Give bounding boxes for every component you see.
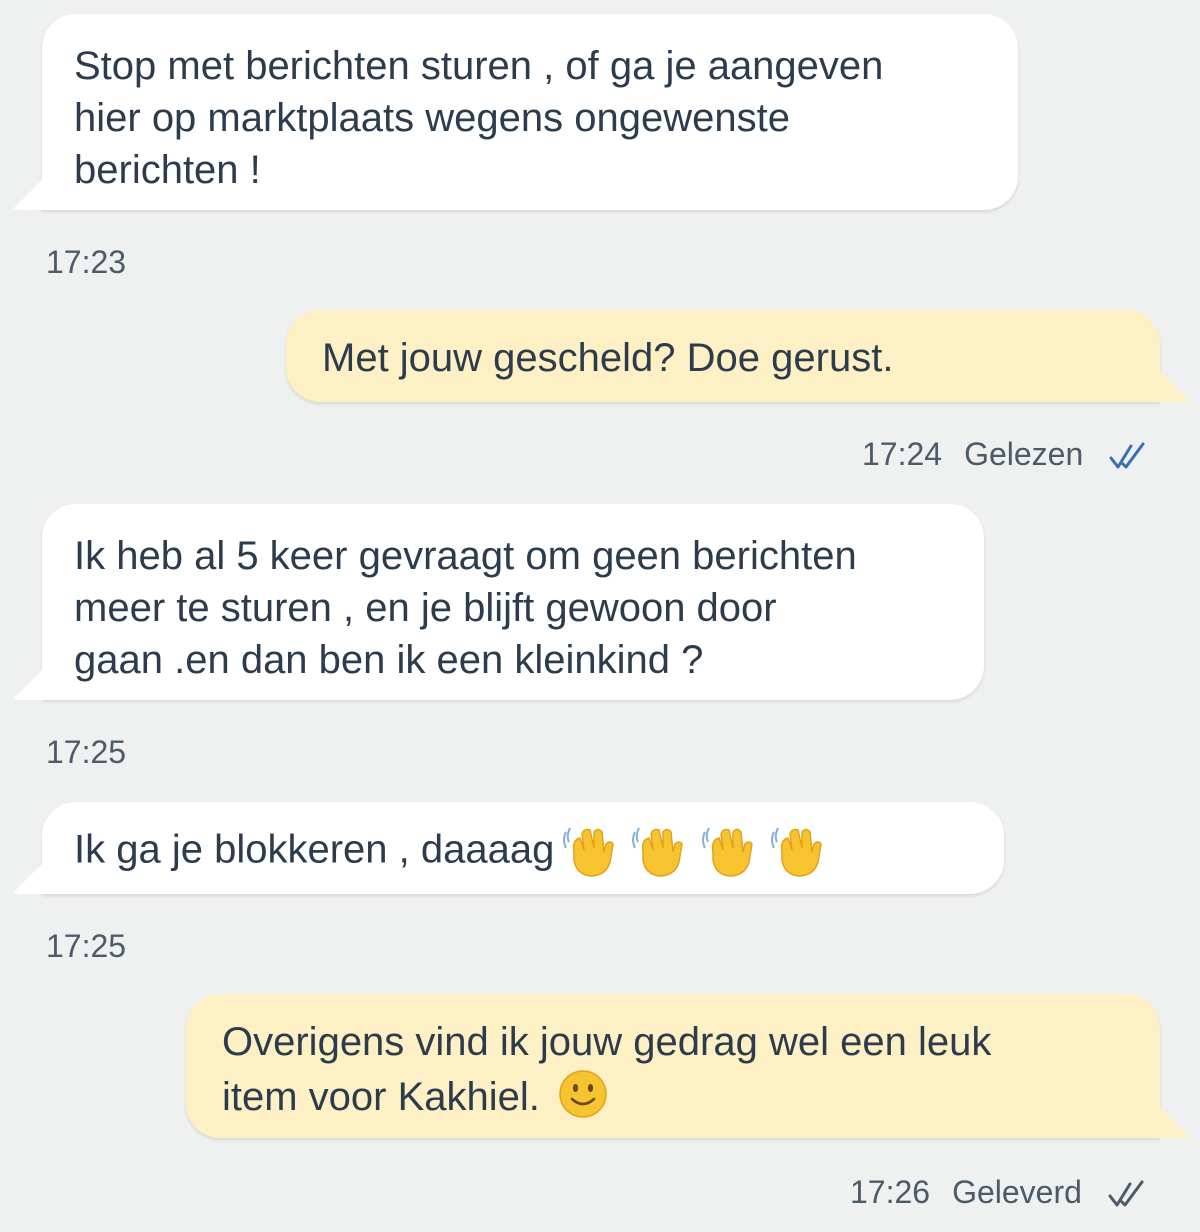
message-text: Met jouw gescheld? Doe gerust. <box>322 336 894 380</box>
message-meta: 17:24 Gelezen <box>862 434 1147 474</box>
waving-hand-icon <box>701 827 753 877</box>
message-bubble-incoming[interactable]: Ik heb al 5 keer gevraagt om geen berich… <box>42 504 984 700</box>
message-timestamp: 17:23 <box>46 244 127 280</box>
waving-hand-icon <box>632 827 684 877</box>
message-text: Stop met berichten sturen , of ga je aan… <box>74 44 884 192</box>
slightly-smiling-face-icon <box>559 1070 607 1118</box>
message-meta: 17:26 Geleverd <box>850 1172 1146 1212</box>
double-check-icon <box>1108 1180 1144 1207</box>
message-timestamp: 17:25 <box>46 928 127 964</box>
delivery-status: Geleverd <box>952 1174 1082 1210</box>
message-text: Ik ga je blokkeren , daaaag <box>74 827 555 872</box>
message-timestamp: 17:26 <box>850 1174 931 1210</box>
chat-thread: Stop met berichten sturen , of ga je aan… <box>0 0 1200 1232</box>
message-bubble-outgoing[interactable]: Overigens vind ik jouw gedrag wel een le… <box>186 994 1160 1138</box>
message-bubble-incoming[interactable]: Ik ga je blokkeren , daaaag <box>42 802 1004 894</box>
message-timestamp: 17:24 <box>862 436 943 472</box>
message-timestamp: 17:25 <box>46 734 127 770</box>
waving-hands <box>560 822 825 882</box>
waving-hand-icon <box>563 827 615 877</box>
double-check-icon <box>1109 442 1145 469</box>
waving-hand-icon <box>770 827 822 877</box>
read-status: Gelezen <box>964 436 1084 472</box>
message-bubble-incoming[interactable]: Stop met berichten sturen , of ga je aan… <box>42 14 1018 210</box>
message-text: Ik heb al 5 keer gevraagt om geen berich… <box>74 534 857 682</box>
message-bubble-outgoing[interactable]: Met jouw gescheld? Doe gerust. <box>286 310 1160 402</box>
message-text: Overigens vind ik jouw gedrag wel een le… <box>222 1020 992 1119</box>
